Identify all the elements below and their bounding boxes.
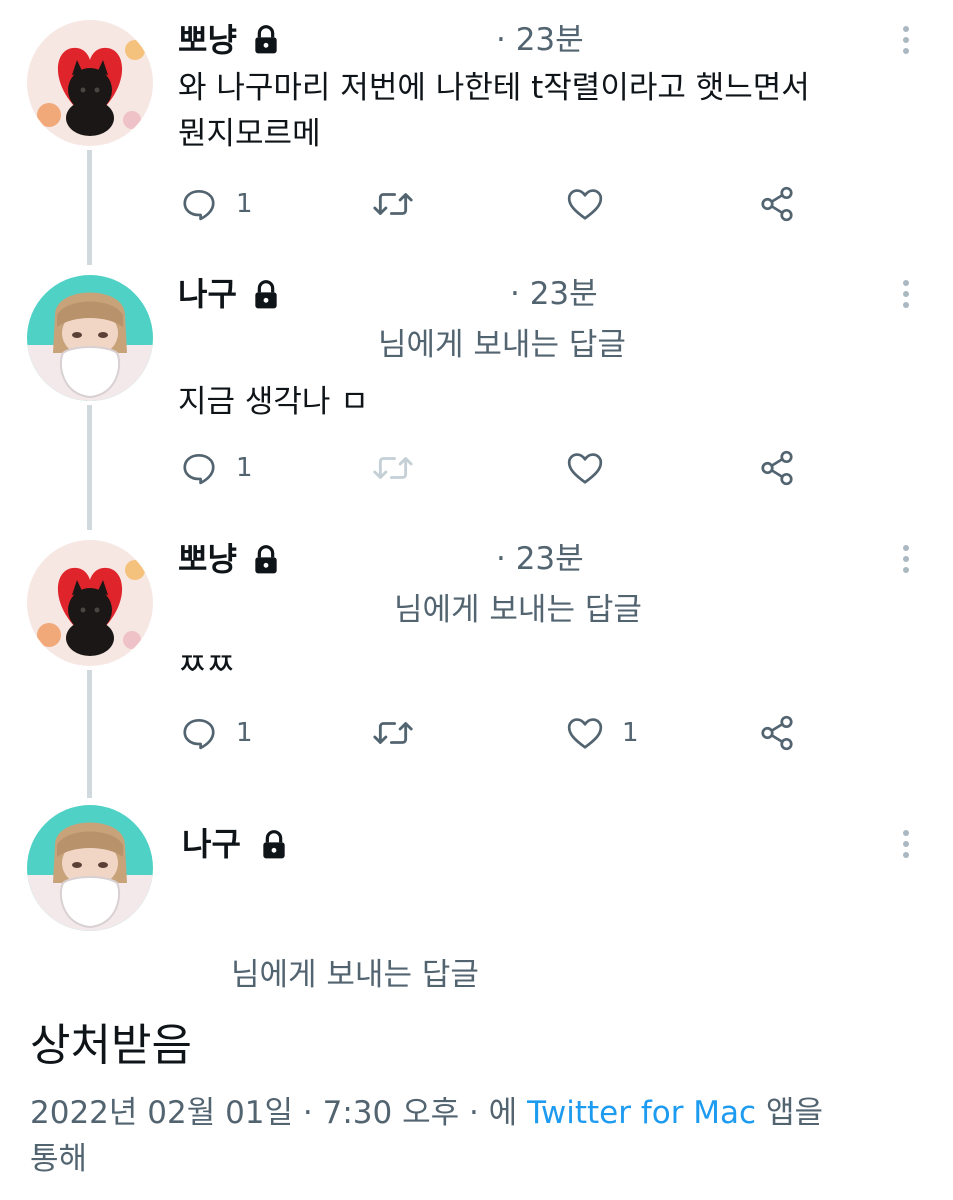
reply-count: 1 [236, 453, 253, 483]
tweet-time[interactable]: · 23분 [510, 274, 598, 314]
more-options-icon[interactable] [903, 280, 911, 313]
tweet-metadata: 2022년 02월 01일 · 7:30 오후 · 에 Twitter for … [30, 1090, 930, 1182]
retweet-icon [373, 457, 413, 479]
reply-button[interactable]: 1 [180, 711, 253, 755]
tweet-text-line: ㅉㅉ [178, 647, 236, 683]
avatar[interactable] [27, 805, 153, 931]
share-button[interactable] [758, 446, 796, 490]
tweet-text-line: 지금 생각나 ㅁ [178, 384, 369, 420]
source-app-link[interactable]: Twitter for Mac [527, 1095, 756, 1131]
more-options-icon[interactable] [903, 830, 911, 863]
retweet-icon [373, 722, 413, 744]
meta-suffix: 앱을 [756, 1095, 823, 1131]
reply-icon [183, 453, 215, 485]
tweet-text-line: 뭔지모르메 [178, 116, 321, 152]
thread-line [87, 405, 92, 530]
reply-to-label[interactable]: 님에게 보내는 답글 [394, 590, 642, 630]
reply-button[interactable]: 1 [180, 182, 253, 226]
user-name[interactable]: 나구 [178, 274, 237, 314]
lock-icon [255, 280, 277, 309]
share-icon [761, 450, 793, 486]
share-icon [761, 715, 793, 751]
lock-icon [263, 830, 285, 859]
more-options-icon[interactable] [903, 26, 911, 59]
avatar[interactable] [27, 275, 153, 401]
meta-line2: 통해 [30, 1141, 88, 1177]
share-button[interactable] [758, 711, 796, 755]
tweet-main-text: 상처받음 [30, 1020, 192, 1071]
user-name[interactable]: 뽀냥 [178, 20, 237, 60]
heart-icon [567, 189, 603, 220]
thread-line [87, 670, 92, 798]
retweet-icon [373, 193, 413, 215]
lock-icon [255, 545, 277, 574]
retweet-button[interactable] [372, 711, 414, 755]
share-icon [761, 186, 793, 222]
like-button[interactable] [566, 446, 604, 490]
more-options-icon[interactable] [903, 545, 911, 578]
reply-icon [183, 189, 215, 221]
tweet-time[interactable]: · 23분 [496, 539, 584, 579]
reply-to-label[interactable]: 님에게 보내는 답글 [231, 955, 479, 995]
tweet-time[interactable]: · 23분 [496, 20, 584, 60]
like-button[interactable]: 1 [566, 711, 639, 755]
retweet-button [372, 446, 414, 490]
like-count: 1 [622, 718, 639, 748]
lock-icon [255, 25, 277, 54]
tweet-timestamp[interactable]: 2022년 02월 01일 · 7:30 오후 · 에 [30, 1095, 527, 1131]
avatar[interactable] [27, 540, 153, 666]
user-name[interactable]: 뽀냥 [178, 539, 237, 579]
reply-icon [183, 718, 215, 750]
reply-count: 1 [236, 718, 253, 748]
thread-line [87, 150, 92, 265]
share-button[interactable] [758, 182, 796, 226]
user-name[interactable]: 나구 [182, 824, 241, 864]
like-button[interactable] [566, 182, 604, 226]
reply-button[interactable]: 1 [180, 446, 253, 490]
reply-to-label[interactable]: 님에게 보내는 답글 [378, 325, 626, 365]
heart-icon [567, 453, 603, 484]
reply-count: 1 [236, 189, 253, 219]
heart-icon [567, 718, 603, 749]
retweet-button[interactable] [372, 182, 414, 226]
tweet-text-line: 와 나구마리 저번에 나한테 t작렬이라고 햇느면서 [178, 70, 810, 106]
avatar[interactable] [27, 20, 153, 146]
